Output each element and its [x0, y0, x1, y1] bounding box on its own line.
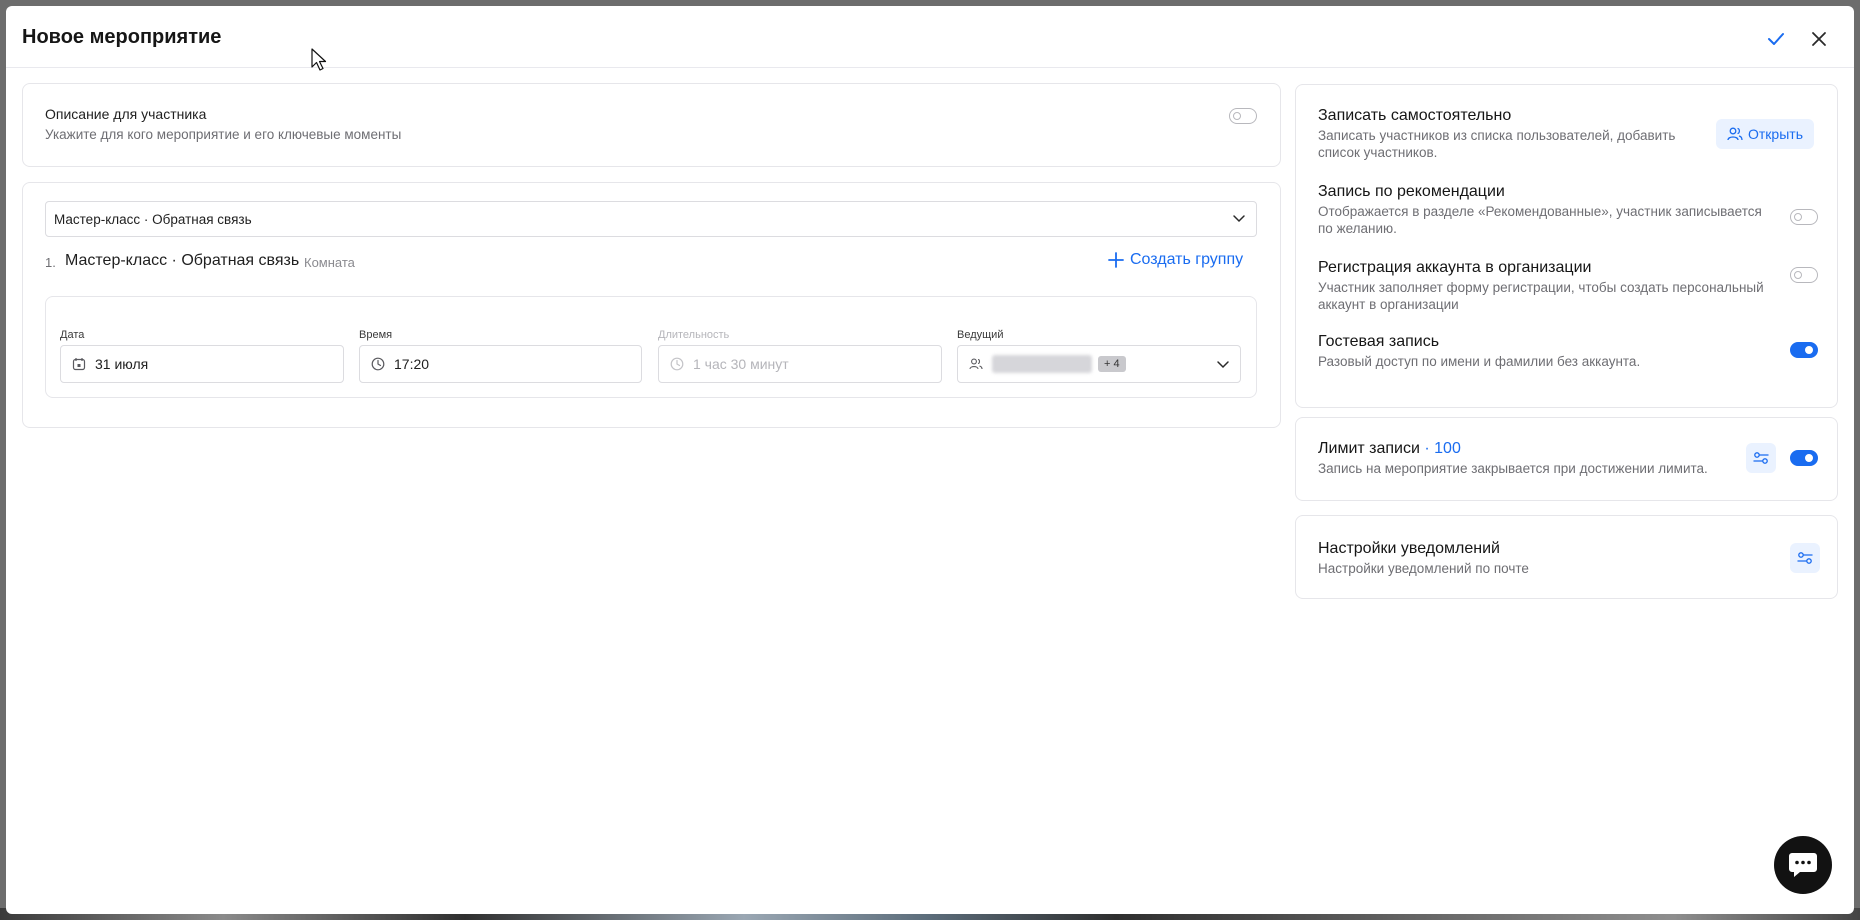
chat-button[interactable] — [1774, 836, 1832, 894]
modal-header: Новое мероприятие — [6, 6, 1854, 68]
close-button[interactable] — [1806, 26, 1832, 52]
date-label: Дата — [60, 329, 85, 341]
enrollment-card: Записать самостоятельно Записать участни… — [1295, 84, 1838, 408]
close-icon — [1812, 32, 1826, 46]
chevron-down-icon — [1233, 215, 1245, 223]
checkmark-icon — [1768, 33, 1784, 45]
limit-title: Лимит записи — [1318, 440, 1420, 457]
notifications-subtitle: Настройки уведомлений по почте — [1318, 561, 1529, 576]
users-icon — [1727, 127, 1743, 141]
session-card: Мастер-класс · Обратная связь 1. Мастер-… — [22, 182, 1281, 428]
sliders-icon — [1753, 452, 1769, 464]
clock-icon — [669, 356, 685, 372]
org-registration-toggle[interactable] — [1790, 267, 1818, 283]
plus-icon — [1108, 252, 1124, 268]
limit-value: 100 — [1434, 440, 1461, 457]
toggle-knob — [1805, 345, 1813, 354]
new-event-modal: Новое мероприятие Описание для участника… — [6, 6, 1854, 914]
open-button[interactable]: Открыть — [1716, 119, 1814, 149]
description-subtitle: Укажите для кого мероприятие и его ключе… — [45, 127, 402, 142]
description-title: Описание для участника — [45, 106, 207, 122]
confirm-button[interactable] — [1763, 26, 1789, 52]
duration-value: 1 час 30 минут — [693, 356, 789, 372]
org-registration-subtitle: Участник заполняет форму регистрации, чт… — [1318, 280, 1764, 312]
limit-settings-button[interactable] — [1746, 443, 1776, 473]
time-label: Время — [359, 329, 393, 341]
duration-label: Длительность — [658, 329, 730, 341]
self-enroll-subtitle: Записать участников из списка пользовате… — [1318, 128, 1676, 160]
toggle-knob — [1233, 111, 1241, 120]
notifications-card: Настройки уведомлений Настройки уведомле… — [1295, 515, 1838, 599]
clock-icon — [370, 356, 386, 372]
toggle-knob — [1794, 270, 1802, 279]
time-field[interactable]: 17:20 — [359, 345, 642, 383]
limit-subtitle: Запись на мероприятие закрывается при до… — [1318, 461, 1708, 476]
session-item-location: Комната — [304, 255, 355, 270]
users-icon — [968, 356, 984, 372]
session-select[interactable]: Мастер-класс · Обратная связь — [45, 201, 1257, 237]
limit-card: Лимит записи · 100 Запись на мероприятие… — [1295, 417, 1838, 501]
host-avatar-blurred — [992, 355, 1092, 373]
recommend-subtitle: Отображается в разделе «Рекомендованные»… — [1318, 204, 1762, 236]
time-value: 17:20 — [394, 356, 430, 372]
org-registration-title: Регистрация аккаунта в организации — [1318, 259, 1592, 276]
guest-enroll-title: Гостевая запись — [1318, 333, 1440, 350]
recommend-toggle[interactable] — [1790, 209, 1818, 225]
description-card: Описание для участника Укажите для кого … — [22, 83, 1281, 167]
session-item-title: Мастер-класс · Обратная связь — [65, 252, 300, 269]
guest-enroll-toggle[interactable] — [1790, 342, 1818, 358]
self-enroll-title: Записать самостоятельно — [1318, 107, 1512, 124]
duration-field: 1 час 30 минут — [658, 345, 942, 383]
chat-bubble-icon — [1789, 853, 1817, 877]
notifications-title: Настройки уведомлений — [1318, 540, 1500, 557]
open-button-label: Открыть — [1748, 126, 1803, 142]
session-details-box: Дата 31 июля Время 17:20 Длительность 1 … — [45, 296, 1257, 398]
session-item-number: 1. — [45, 255, 56, 270]
limit-title-row: Лимит записи · 100 — [1318, 440, 1461, 458]
modal-title: Новое мероприятие — [22, 26, 222, 48]
session-select-value: Мастер-класс · Обратная связь — [54, 212, 252, 227]
host-label: Ведущий — [957, 329, 1004, 341]
toggle-knob — [1794, 212, 1802, 221]
recommend-title: Запись по рекомендации — [1318, 183, 1505, 200]
limit-separator: · — [1419, 440, 1435, 457]
notifications-settings-button[interactable] — [1790, 543, 1820, 573]
mouse-cursor-icon — [311, 48, 327, 71]
description-toggle[interactable] — [1229, 108, 1257, 124]
calendar-icon — [71, 356, 87, 372]
date-value: 31 июля — [95, 356, 149, 372]
limit-toggle[interactable] — [1790, 450, 1818, 466]
sliders-icon — [1797, 552, 1813, 564]
chevron-down-icon — [1217, 361, 1229, 369]
create-group-button[interactable]: Создать группу — [1108, 251, 1243, 269]
toggle-knob — [1805, 453, 1813, 462]
create-group-label: Создать группу — [1130, 251, 1244, 268]
host-more-badge: + 4 — [1098, 356, 1126, 372]
host-select[interactable]: + 4 — [957, 345, 1241, 383]
date-field[interactable]: 31 июля — [60, 345, 344, 383]
guest-enroll-subtitle: Разовый доступ по имени и фамилии без ак… — [1318, 354, 1641, 369]
